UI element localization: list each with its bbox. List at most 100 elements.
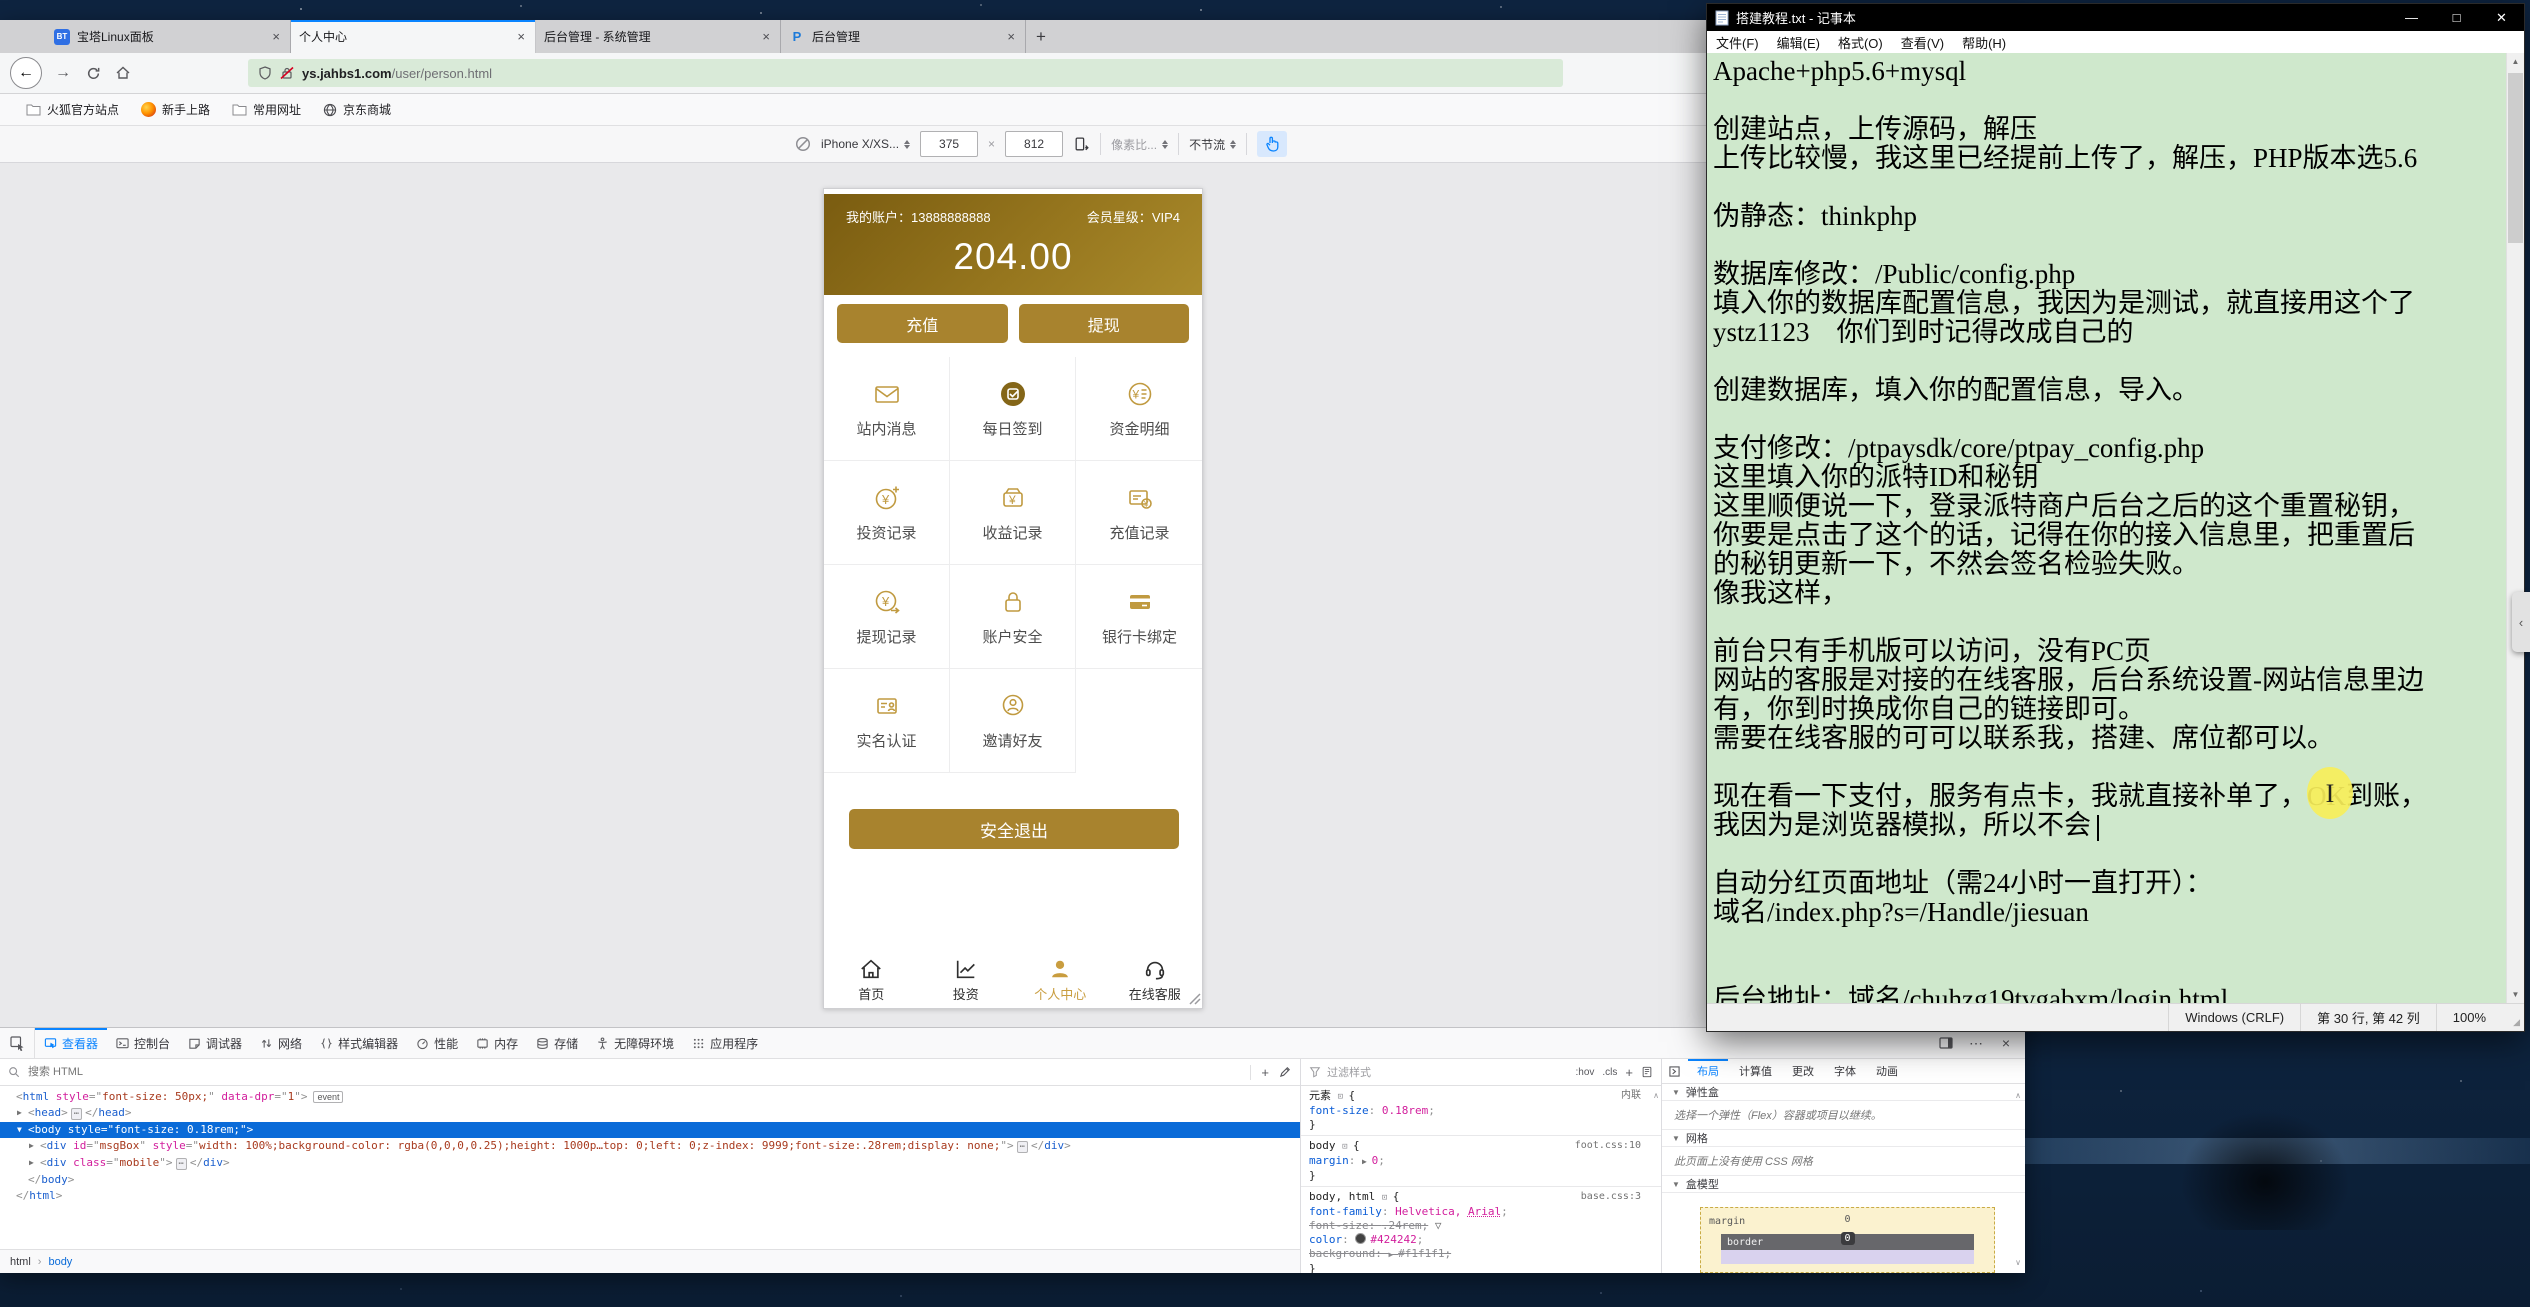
sidetab-layout[interactable]: 布局: [1688, 1059, 1728, 1083]
filter-styles-placeholder[interactable]: 过滤样式: [1327, 1064, 1371, 1080]
viewport-resize-grip[interactable]: [1186, 990, 1201, 1005]
devtools-tab-performance[interactable]: 性能: [407, 1028, 467, 1058]
devtools-tab-storage[interactable]: 存储: [527, 1028, 587, 1058]
nav-personal-center[interactable]: 个人中心: [1013, 951, 1108, 1008]
viewport-width-input[interactable]: [920, 131, 979, 157]
tab-close-icon[interactable]: ×: [515, 29, 527, 44]
viewport-height-input[interactable]: [1005, 131, 1064, 157]
device-selector[interactable]: iPhone X/XS...: [821, 137, 911, 151]
touch-simulation-button[interactable]: [1257, 131, 1288, 157]
tab-close-icon[interactable]: ×: [1005, 29, 1017, 44]
back-button[interactable]: ←: [10, 57, 42, 89]
border-value[interactable]: 0: [1840, 1232, 1855, 1245]
bookmark-getting-started[interactable]: 新手上路: [141, 101, 210, 118]
shield-icon[interactable]: [258, 66, 272, 80]
sidetab-changes[interactable]: 更改: [1783, 1059, 1823, 1083]
markup-row[interactable]: ▶ <div class="mobile"> ⋯ </div>: [0, 1155, 1300, 1172]
scroll-up-icon[interactable]: ∧: [2015, 1091, 2021, 1100]
forward-button[interactable]: →: [48, 58, 78, 88]
stylesheet-link[interactable]: base.css:3: [1581, 1190, 1641, 1204]
notepad-text-area[interactable]: Apache+php5.6+mysql 创建站点，上传源码，解压 上传比较慢，我这…: [1707, 53, 2524, 1003]
css-rule-row[interactable]: font-size: .24rem; ▽: [1309, 1219, 1655, 1233]
breadcrumb-html[interactable]: html: [10, 1256, 31, 1268]
new-tab-button[interactable]: +: [1026, 20, 1056, 53]
bookmark-common-sites[interactable]: 常用网址: [232, 101, 301, 118]
search-html-input[interactable]: [26, 1065, 1245, 1079]
css-rule-row[interactable]: }: [1309, 1118, 1655, 1132]
menu-format[interactable]: 格式(O): [1829, 33, 1892, 52]
sidetab-animations[interactable]: 动画: [1867, 1059, 1907, 1083]
devtools-close-icon[interactable]: ×: [1993, 1031, 2019, 1055]
pseudo-class-button[interactable]: :hov: [1576, 1067, 1595, 1078]
grid-item-account-security[interactable]: 账户安全: [950, 565, 1076, 669]
markup-row[interactable]: ▼ <body style="font-size: 0.18rem;">: [0, 1122, 1300, 1138]
grid-item-invite-friends[interactable]: 邀请好友: [950, 669, 1076, 773]
grid-item-investment-records[interactable]: ¥ 投资记录: [824, 461, 950, 565]
markup-row[interactable]: <html style="font-size: 50px;" data-dpr=…: [0, 1089, 1300, 1105]
notepad-titlebar[interactable]: 搭建教程.txt - 记事本 — □ ✕: [1707, 4, 2524, 31]
scroll-up-icon[interactable]: ∧: [1653, 1091, 1659, 1100]
stylesheet-link[interactable]: foot.css:10: [1575, 1139, 1641, 1153]
close-button[interactable]: ✕: [2479, 4, 2524, 31]
devtools-tab-accessibility[interactable]: 无障碍环境: [587, 1028, 683, 1058]
grid-item-income-records[interactable]: ¥ 收益记录: [950, 461, 1076, 565]
css-rule-row[interactable]: background: ▶ #f1f1f1;: [1309, 1247, 1655, 1262]
menu-help[interactable]: 帮助(H): [1953, 33, 2015, 52]
edge-panel-handle[interactable]: ‹: [2512, 592, 2530, 652]
boxmodel-section-header[interactable]: ▼ 盒模型: [1662, 1176, 2025, 1193]
nav-home[interactable]: 首页: [824, 951, 919, 1008]
minimize-button[interactable]: —: [2389, 4, 2434, 31]
bookmark-jd[interactable]: 京东商城: [323, 101, 391, 118]
tab-baota[interactable]: BT 宝塔Linux面板 ×: [46, 20, 291, 53]
grid-item-realname-auth[interactable]: 实名认证: [824, 669, 950, 773]
devtools-menu-icon[interactable]: ⋯: [1963, 1031, 1989, 1055]
css-rule-row[interactable]: 元素 ⊡ {内联: [1309, 1089, 1655, 1104]
withdraw-button[interactable]: 提现: [1018, 304, 1189, 343]
margin-value[interactable]: 0: [1701, 1214, 1994, 1225]
css-rule-row[interactable]: font-size: 0.18rem;: [1309, 1104, 1655, 1118]
markup-row[interactable]: </body>: [0, 1172, 1300, 1188]
eyedropper-icon[interactable]: [1279, 1065, 1292, 1078]
css-rule-row[interactable]: margin: ▶ 0;: [1309, 1154, 1655, 1169]
url-bar[interactable]: ys.jahbs1.com/user/person.html: [248, 59, 1563, 87]
home-button[interactable]: [108, 58, 138, 88]
css-rule-row[interactable]: body, html ⊡ {base.css:3: [1309, 1190, 1655, 1205]
devtools-tab-network[interactable]: 网络: [251, 1028, 311, 1058]
menu-view[interactable]: 查看(V): [1892, 33, 1953, 52]
breadcrumb-body[interactable]: body: [48, 1256, 72, 1268]
reload-button[interactable]: [78, 58, 108, 88]
grid-item-recharge-records[interactable]: ¥ 充值记录: [1076, 461, 1202, 565]
print-media-icon[interactable]: [1641, 1066, 1653, 1078]
tab-admin-system[interactable]: 后台管理 - 系统管理 ×: [536, 20, 781, 53]
grid-item-fund-details[interactable]: ¥ 资金明细: [1076, 357, 1202, 461]
devtools-tab-debugger[interactable]: 调试器: [179, 1028, 251, 1058]
scrollbar-thumb[interactable]: [2508, 73, 2523, 243]
css-rule-row[interactable]: font-family: Helvetica, Arial;: [1309, 1205, 1655, 1219]
menu-file[interactable]: 文件(F): [1707, 33, 1768, 52]
menu-edit[interactable]: 编辑(E): [1768, 33, 1829, 52]
pick-element-button[interactable]: [0, 1028, 35, 1058]
scroll-down-icon[interactable]: ∨: [2015, 1258, 2021, 1267]
scroll-down-arrow-icon[interactable]: ▼: [2507, 986, 2524, 1003]
flexbox-section-header[interactable]: ▼ 弹性盒: [1662, 1084, 2025, 1101]
throttling-selector[interactable]: 不节流: [1189, 136, 1237, 153]
bookmark-firefox-official[interactable]: 火狐官方站点: [26, 101, 119, 118]
tab-personal-center[interactable]: 个人中心 ×: [291, 20, 536, 53]
window-resize-grip[interactable]: ◢: [2502, 1004, 2524, 1031]
css-rule-row[interactable]: }: [1309, 1262, 1655, 1273]
sidetab-fonts[interactable]: 字体: [1825, 1059, 1865, 1083]
box-model-diagram[interactable]: margin 0 0 border: [1700, 1207, 1995, 1273]
devtools-tab-console[interactable]: 控制台: [107, 1028, 179, 1058]
sidetab-computed[interactable]: 计算值: [1730, 1059, 1781, 1083]
markup-row[interactable]: </html>: [0, 1188, 1300, 1204]
dpr-selector[interactable]: 像素比...: [1111, 136, 1169, 153]
rotate-viewport-icon[interactable]: [1073, 136, 1090, 153]
devtools-tab-memory[interactable]: 内存: [467, 1028, 527, 1058]
insecure-lock-icon[interactable]: [280, 66, 294, 80]
css-rule-row[interactable]: body ⊡ {foot.css:10: [1309, 1139, 1655, 1154]
grid-item-messages[interactable]: 站内消息: [824, 357, 950, 461]
grid-item-withdraw-records[interactable]: ¥ 提现记录: [824, 565, 950, 669]
tab-close-icon[interactable]: ×: [270, 29, 282, 44]
nav-invest[interactable]: 投资: [919, 951, 1014, 1008]
tab-admin[interactable]: P 后台管理 ×: [781, 20, 1026, 53]
